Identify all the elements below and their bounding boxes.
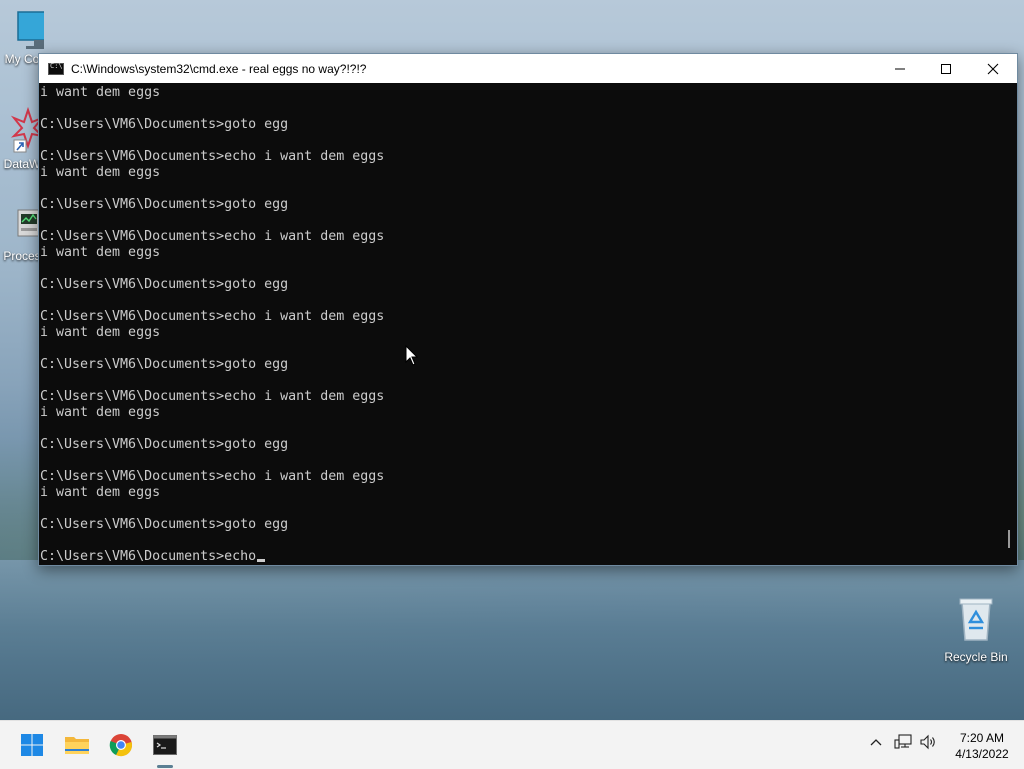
console-line: C:\Users\VM6\Documents>echo i want dem e…	[40, 389, 385, 404]
scrollbar-thumb[interactable]	[1008, 530, 1010, 548]
chrome-button[interactable]	[105, 729, 137, 761]
console-line: i want dem eggs	[40, 85, 161, 100]
console-prompt-line[interactable]: C:\Users\VM6\Documents>echo	[40, 549, 999, 565]
console-line: C:\Users\VM6\Documents>echo i want dem e…	[40, 149, 385, 164]
clock-time: 7:20 AM	[959, 731, 1005, 745]
console-line: C:\Users\VM6\Documents>echo i want dem e…	[40, 469, 385, 484]
volume-button[interactable]	[916, 734, 940, 750]
window-title: C:\Windows\system32\cmd.exe - real eggs …	[71, 61, 367, 76]
minimize-button[interactable]	[877, 54, 923, 83]
maximize-icon	[941, 63, 951, 74]
minimize-icon	[895, 68, 905, 69]
window-titlebar[interactable]: C:\Windows\system32\cmd.exe - real eggs …	[39, 54, 1017, 83]
console-prompt-text: C:\Users\VM6\Documents>echo	[40, 549, 257, 564]
file-explorer-button[interactable]	[61, 729, 93, 761]
clock-date: 4/13/2022	[955, 747, 1009, 761]
file-explorer-icon	[65, 737, 89, 754]
show-hidden-icons-button[interactable]	[866, 738, 886, 746]
cmd-title-icon	[48, 62, 64, 75]
volume-icon	[920, 734, 935, 750]
console-line: C:\Users\VM6\Documents>goto egg	[40, 437, 289, 452]
maximize-button[interactable]	[923, 54, 969, 83]
system-tray	[866, 734, 940, 750]
console-line: C:\Users\VM6\Documents>goto egg	[40, 197, 289, 212]
console-line: C:\Users\VM6\Documents>goto egg	[40, 277, 289, 292]
console-scrollbar[interactable]	[1000, 83, 1017, 565]
console-line: C:\Users\VM6\Documents>echo i want dem e…	[40, 229, 385, 244]
console-line: i want dem eggs	[40, 245, 161, 260]
console-line: C:\Users\VM6\Documents>goto egg	[40, 357, 289, 372]
chrome-icon	[109, 734, 132, 757]
taskbar-clock[interactable]: 7:20 AM 4/13/2022	[944, 730, 1020, 762]
recycle-bin-icon	[959, 598, 993, 641]
wallpaper-lake	[0, 560, 1024, 730]
text-cursor	[257, 559, 266, 562]
console-line: C:\Users\VM6\Documents>goto egg	[40, 517, 289, 532]
close-icon	[987, 63, 999, 74]
cmd-window[interactable]: C:\Windows\system32\cmd.exe - real eggs …	[38, 53, 1018, 566]
start-button[interactable]	[16, 729, 48, 761]
console-line: C:\Users\VM6\Documents>goto egg	[40, 117, 289, 132]
console-line: C:\Users\VM6\Documents>echo i want dem e…	[40, 309, 385, 324]
cmd-icon	[153, 735, 177, 755]
network-button[interactable]	[890, 734, 916, 750]
start-icon	[21, 734, 43, 756]
console-output[interactable]: i want dem eggs C:\Users\VM6\Documents>go…	[39, 83, 999, 565]
cmd-taskbar-button[interactable]	[149, 729, 181, 761]
recycle-bin-label: Recycle Bin	[944, 650, 1008, 664]
chevron-up-icon	[870, 739, 882, 746]
console-line: i want dem eggs	[40, 325, 161, 340]
taskbar: 7:20 AM 4/13/2022	[0, 720, 1024, 769]
close-button[interactable]	[969, 54, 1017, 83]
desktop-icon-recycle-bin[interactable]: Recycle Bin	[943, 596, 1009, 664]
console-line: i want dem eggs	[40, 485, 161, 500]
console-line: i want dem eggs	[40, 165, 161, 180]
monitor-icon	[17, 11, 61, 49]
console-line: i want dem eggs	[40, 405, 161, 420]
network-icon	[894, 734, 912, 749]
mouse-pointer-icon	[405, 345, 419, 366]
